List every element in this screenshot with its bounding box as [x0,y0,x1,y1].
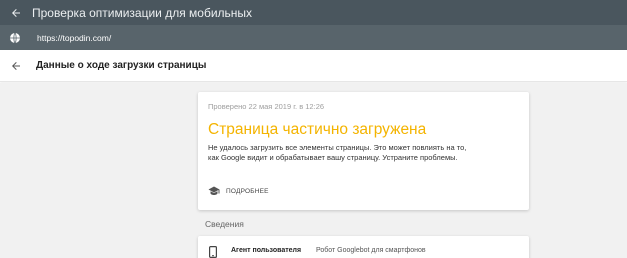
details-card: Агент пользователя Робот Googlebot для с… [198,236,529,258]
app-title: Проверка оптимизации для мобильных [32,5,253,20]
app-header: Проверка оптимизации для мобильных [0,0,627,25]
result-card: Проверено 22 мая 2019 г. в 12:26 Страниц… [198,92,529,210]
user-agent-value: Робот Googlebot для смартфонов [316,247,426,254]
page-title: Данные о ходе загрузки страницы [36,60,207,71]
back-arrow-icon[interactable] [8,5,24,21]
learn-more-button[interactable]: ПОДРОБНЕЕ [208,186,269,196]
phone-icon [209,245,217,258]
main-content: Проверено 22 мая 2019 г. в 12:26 Страниц… [0,83,627,258]
page-subheader: Данные о ходе загрузки страницы [0,50,627,82]
tested-url-bar: https://topodin.com/ [0,25,627,50]
globe-icon [9,31,23,45]
checked-timestamp: Проверено 22 мая 2019 г. в 12:26 [208,102,325,111]
back-arrow-icon[interactable] [10,59,24,73]
status-description: Не удалось загрузить все элементы страни… [208,143,467,162]
details-section-label: Сведения [205,219,244,229]
graduation-cap-icon [208,186,221,196]
tested-url: https://topodin.com/ [37,32,112,43]
learn-more-label: ПОДРОБНЕЕ [226,187,269,195]
status-title: Страница частично загружена [208,121,427,138]
user-agent-label: Агент пользователя [231,247,302,254]
